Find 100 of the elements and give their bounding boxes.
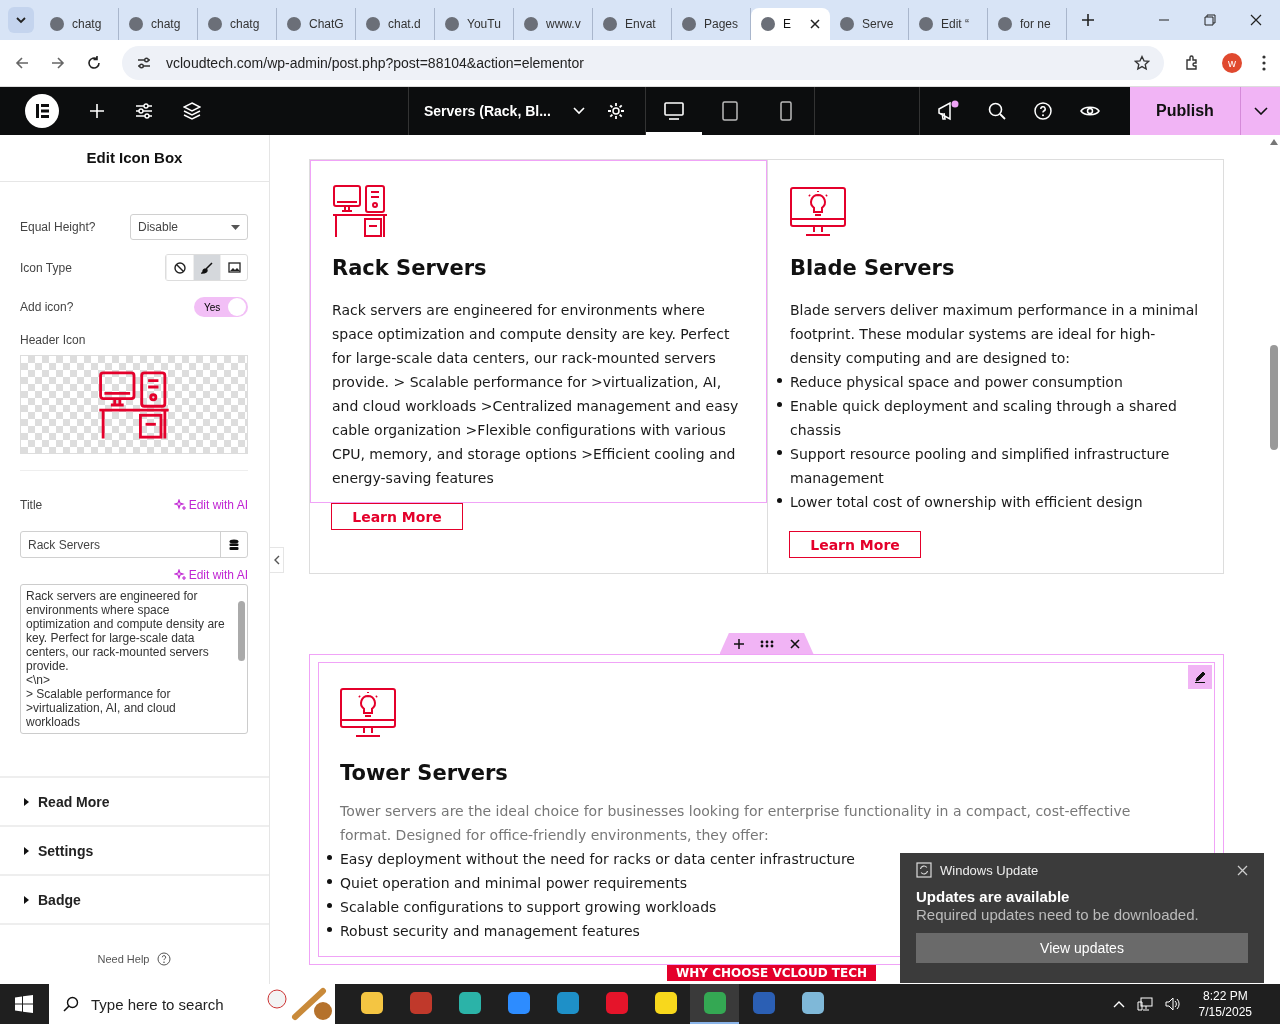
edit-with-ai-link[interactable]: Edit with AI bbox=[173, 568, 248, 582]
equal-height-select[interactable]: Disable bbox=[130, 214, 248, 240]
scroll-thumb[interactable] bbox=[1270, 345, 1278, 450]
notification-app-name: Windows Update bbox=[940, 862, 1039, 878]
sparkle-icon bbox=[173, 499, 186, 511]
site-icon bbox=[366, 17, 380, 31]
dynamic-tags-icon[interactable] bbox=[229, 538, 239, 551]
taskbar-search-field[interactable]: Type here to search bbox=[49, 984, 335, 1024]
elementor-logo-icon[interactable] bbox=[25, 94, 59, 128]
app-icon bbox=[654, 992, 677, 1014]
scroll-up-icon[interactable] bbox=[1270, 139, 1278, 145]
need-help-link[interactable]: Need Help bbox=[97, 953, 150, 965]
browser-tab[interactable]: YouTu bbox=[435, 8, 514, 40]
page-title[interactable]: Servers (Rack, Bl... bbox=[424, 103, 551, 119]
browser-tab[interactable]: for ne bbox=[988, 8, 1067, 40]
chevron-up-icon[interactable] bbox=[1112, 1000, 1125, 1008]
bullet-icon bbox=[777, 450, 782, 455]
notification-title: Updates are available bbox=[916, 888, 1071, 905]
bullet-icon bbox=[327, 879, 332, 884]
browser-tab[interactable]: www.v bbox=[514, 8, 593, 40]
list-item-text: Enable quick deployment and scaling through a shared chassis bbox=[790, 397, 1178, 440]
browser-tab[interactable]: Envat bbox=[593, 8, 672, 40]
taskbar-app-button[interactable] bbox=[690, 984, 739, 1024]
learn-more-button[interactable]: Learn More bbox=[331, 503, 463, 530]
list-item-text: Scalable configurations to support growing workloads bbox=[340, 898, 717, 917]
brush-icon bbox=[201, 261, 213, 274]
browser-tab[interactable]: chatg bbox=[119, 8, 198, 40]
panel-section-header[interactable]: Badge bbox=[0, 876, 269, 925]
list-item-text: Reduce physical space and power consumption bbox=[790, 373, 1123, 392]
restore-icon[interactable] bbox=[1204, 14, 1216, 26]
update-icon bbox=[916, 862, 932, 878]
site-icon bbox=[603, 17, 617, 31]
search-icon[interactable] bbox=[988, 102, 1006, 120]
add-icon[interactable] bbox=[733, 638, 744, 649]
site-icon bbox=[682, 17, 696, 31]
browser-tab[interactable]: ChatG bbox=[277, 8, 356, 40]
title-input[interactable]: Rack Servers bbox=[20, 531, 248, 558]
site-settings-icon[interactable] bbox=[136, 55, 152, 71]
browser-tab[interactable]: chatg bbox=[40, 8, 119, 40]
panel-section-header[interactable]: Settings bbox=[0, 827, 269, 876]
close-icon[interactable] bbox=[789, 638, 800, 649]
publish-button[interactable]: Publish bbox=[1130, 87, 1240, 135]
site-icon bbox=[524, 17, 538, 31]
megaphone-icon[interactable] bbox=[936, 100, 960, 122]
list-item-text: Support resource pooling and simplified infrastructure management bbox=[790, 445, 1171, 488]
chevron-down-icon[interactable] bbox=[572, 107, 585, 115]
reload-icon[interactable] bbox=[86, 55, 102, 71]
taskbar-clock[interactable]: 8:22 PM 7/15/2025 bbox=[1198, 988, 1252, 1020]
settings-icon[interactable] bbox=[606, 102, 625, 120]
pencil-icon bbox=[1194, 671, 1206, 683]
drag-handle-icon[interactable] bbox=[759, 639, 774, 648]
more-icon[interactable] bbox=[1262, 55, 1266, 71]
list-item-text: Quiet operation and minimal power requirements bbox=[340, 874, 688, 893]
tab-search-button[interactable] bbox=[8, 7, 34, 33]
forward-icon[interactable] bbox=[50, 55, 66, 71]
close-icon[interactable] bbox=[1250, 14, 1262, 26]
edit-widget-button[interactable] bbox=[1188, 665, 1212, 689]
field-label: Icon Type bbox=[20, 260, 72, 275]
layers-icon[interactable] bbox=[183, 102, 201, 120]
browser-tab[interactable]: E bbox=[751, 8, 830, 40]
panel-section-header[interactable]: Read More bbox=[0, 778, 269, 827]
new-tab-icon[interactable] bbox=[1081, 13, 1095, 27]
baseball-bat-drawing bbox=[265, 987, 335, 1021]
icon-box-widget[interactable] bbox=[310, 160, 767, 503]
sliders-icon[interactable] bbox=[135, 103, 153, 119]
view-updates-button[interactable]: View updates bbox=[916, 933, 1248, 963]
browser-tab[interactable]: chatg bbox=[198, 8, 277, 40]
address-bar[interactable]: vcloudtech.com/wp-admin/post.php?post=88104&action=elementor bbox=[122, 46, 1164, 80]
browser-tab[interactable]: chat.d bbox=[356, 8, 435, 40]
caret-icon bbox=[22, 895, 30, 904]
icon-preview[interactable] bbox=[20, 355, 248, 454]
ban-icon bbox=[174, 261, 186, 274]
site-icon bbox=[840, 17, 854, 31]
start-windows-icon[interactable] bbox=[15, 995, 33, 1013]
learn-more-button[interactable]: Learn More bbox=[789, 531, 921, 558]
edit-with-ai-link[interactable]: Edit with AI bbox=[173, 498, 248, 512]
tablet-icon bbox=[721, 101, 738, 121]
panel-title: Edit Icon Box bbox=[0, 135, 269, 182]
collapse-panel-button[interactable] bbox=[270, 547, 284, 573]
site-icon bbox=[998, 17, 1012, 31]
back-icon[interactable] bbox=[14, 55, 30, 71]
mobile-icon bbox=[779, 101, 792, 121]
bookmark-star-icon[interactable] bbox=[1134, 55, 1150, 71]
list-item-text: Robust security and management features bbox=[340, 922, 640, 941]
profile-avatar[interactable]: w bbox=[1222, 53, 1242, 73]
browser-tab[interactable]: Serve bbox=[830, 8, 909, 40]
network-icon[interactable] bbox=[1136, 997, 1153, 1011]
scroll-thumb[interactable] bbox=[238, 601, 245, 661]
speaker-icon[interactable] bbox=[1164, 997, 1181, 1011]
browser-tab[interactable]: Edit “ bbox=[909, 8, 988, 40]
computer-desk-icon bbox=[332, 183, 388, 239]
list-item-text: Lower total cost of ownership with efficient design bbox=[790, 493, 1143, 512]
bullet-icon bbox=[777, 402, 782, 407]
app-icon bbox=[703, 992, 726, 1014]
add-icon-switch[interactable]: Yes bbox=[194, 297, 248, 317]
preview-eye-icon[interactable] bbox=[1080, 104, 1100, 118]
icon-type-option[interactable] bbox=[193, 255, 220, 280]
close-icon[interactable] bbox=[810, 19, 820, 29]
sparkle-icon bbox=[173, 569, 186, 581]
description-textarea[interactable]: Rack servers are engineered for environments where space optimization and compute density are key. Perfect for large-scale data centers, our rack-mounted servers provide. <\n> > Scalable performance for >virtualization, AI, and cloud workloads bbox=[20, 584, 248, 734]
